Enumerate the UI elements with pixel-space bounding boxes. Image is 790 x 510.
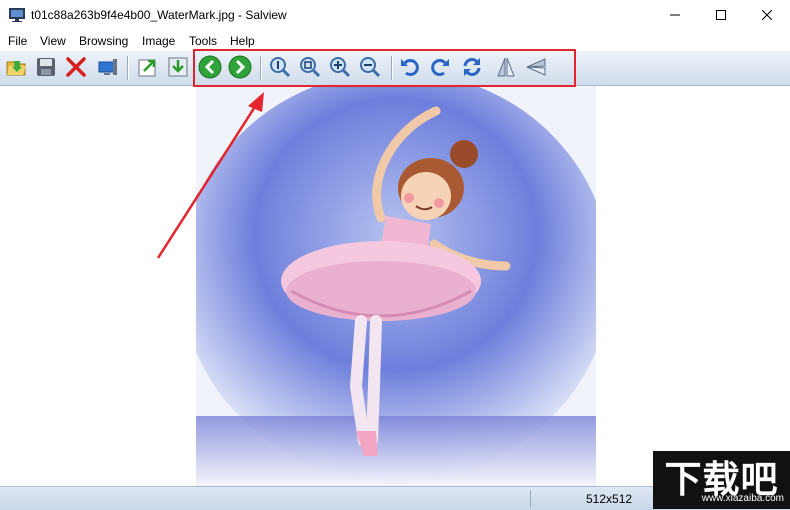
toolbar-separator [127,56,129,80]
menu-file[interactable]: File [8,34,27,48]
export-arrow-icon [137,56,159,81]
import-down-icon [167,56,189,81]
monitor-icon [97,56,119,81]
import-button[interactable] [166,56,190,80]
set-desktop-button[interactable] [96,56,120,80]
close-button[interactable] [744,0,790,31]
menu-tools[interactable]: Tools [189,34,217,48]
window-title: t01c88a263b9f4e4b00_WaterMark.jpg - Salv… [31,8,287,22]
maximize-icon [716,9,726,23]
ballerina-image [196,86,596,486]
export-button[interactable] [136,56,160,80]
minimize-button[interactable] [652,0,698,31]
save-button[interactable] [34,56,58,80]
menu-image[interactable]: Image [142,34,175,48]
folder-open-icon [5,56,27,81]
title-bar: t01c88a263b9f4e4b00_WaterMark.jpg - Salv… [0,0,790,31]
menu-view[interactable]: View [40,34,66,48]
maximize-button[interactable] [698,0,744,31]
minimize-icon [670,9,680,23]
site-watermark: 下载吧 www.xiazaiba.com [653,451,790,509]
menu-browsing[interactable]: Browsing [79,34,128,48]
open-folder-button[interactable] [4,56,28,80]
delete-button[interactable] [64,56,88,80]
menu-help[interactable]: Help [230,34,255,48]
app-monitor-icon [9,8,25,22]
toolbar-highlight-box [193,49,576,87]
close-icon [761,9,773,23]
watermark-url: www.xiazaiba.com [701,493,784,504]
red-x-icon [65,56,87,81]
image-dimensions: 512x512 [586,492,633,506]
menu-bar: File View Browsing Image Tools Help [0,31,790,51]
floppy-disk-icon [35,56,57,81]
status-separator [530,490,531,507]
